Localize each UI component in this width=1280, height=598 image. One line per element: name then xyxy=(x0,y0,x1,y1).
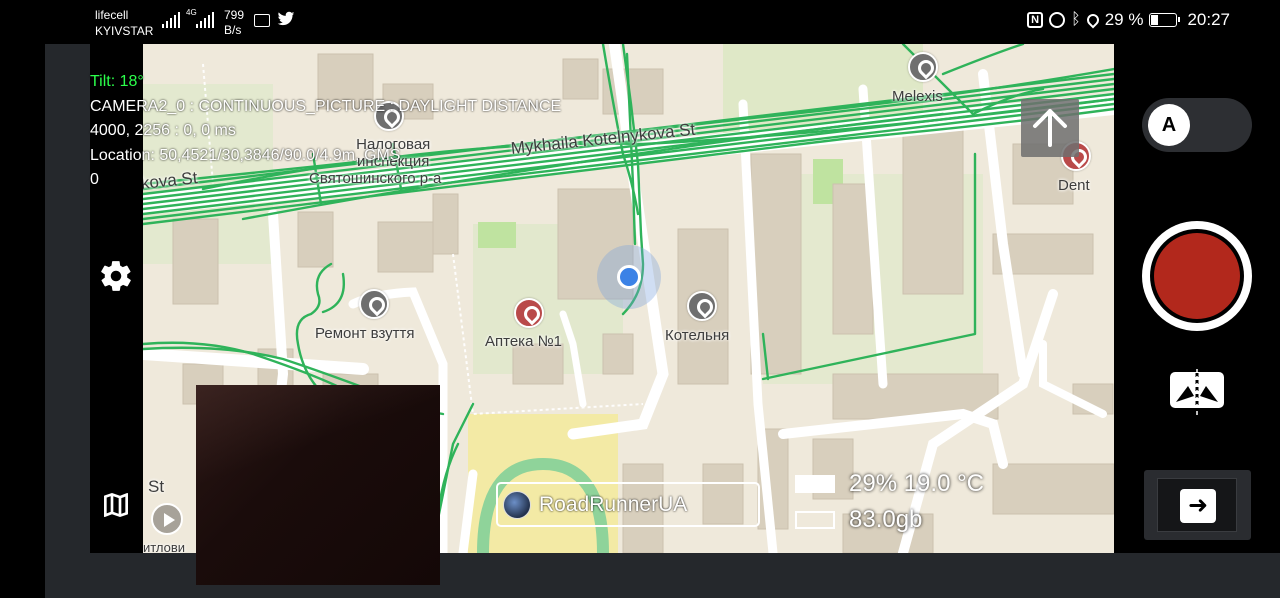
street-label-bottom-left: St xyxy=(148,477,165,496)
arrow-up-icon xyxy=(1033,109,1067,147)
location-readout: Location: 50,4521/30,3846/90.0/4.9m, GMS xyxy=(90,146,401,164)
storage-icon xyxy=(795,511,835,529)
north-up-button[interactable] xyxy=(1021,99,1079,157)
twitter-icon xyxy=(277,11,295,32)
status-right: N ᛒ 29 % 20:27 xyxy=(1027,10,1230,30)
left-nav-strip xyxy=(45,44,90,598)
poi-pin-pharmacy-icon[interactable] xyxy=(514,298,544,328)
auto-mode-knob: A xyxy=(1148,104,1190,146)
street-label-bottom-left-2: итлови xyxy=(143,540,186,553)
user-name: RoadRunnerUA xyxy=(539,492,688,516)
tilt-readout: Tilt: 18° xyxy=(90,73,144,90)
storage-text: 83.0gb xyxy=(849,506,923,533)
battery-icon xyxy=(1149,13,1181,27)
nfc-icon: N xyxy=(1027,12,1044,28)
app-root: lifecell KYIVSTAR 4G 799 B/s N ᛒ 29 % 20… xyxy=(0,0,1280,598)
battery-temp-text: 29% 19.0 °C xyxy=(849,470,985,497)
current-location-icon xyxy=(617,265,641,289)
battery-temp-row: 29% 19.0 °C xyxy=(795,466,984,502)
camera-preview[interactable] xyxy=(196,385,440,585)
mirror-icon xyxy=(1170,366,1224,418)
map-icon[interactable] xyxy=(100,488,132,522)
poi-label-melexis: Melexis xyxy=(892,88,943,105)
auto-mode-toggle[interactable]: A xyxy=(1142,98,1252,152)
record-button-ring xyxy=(1150,229,1244,323)
status-bar: lifecell KYIVSTAR 4G 799 B/s N ᛒ 29 % 20… xyxy=(0,0,1280,44)
flip-camera-button[interactable] xyxy=(1168,366,1226,418)
location-icon xyxy=(1084,11,1102,29)
poi-label-boiler: Котельня xyxy=(665,327,730,344)
news-icon xyxy=(254,14,270,27)
net-speed: 799 B/s xyxy=(224,8,244,38)
battery-percent: 29 % xyxy=(1104,10,1144,29)
battery-stat-icon xyxy=(795,475,835,493)
camera-info-overlay: Tilt: 18° CAMERA2_0 : CONTINUOUS_PICTURE… xyxy=(90,70,561,193)
storage-row: 83.0gb xyxy=(795,502,984,538)
carrier-2: KYIVSTAR xyxy=(95,24,154,38)
settings-gear-icon[interactable] xyxy=(98,258,134,294)
switch-view-button[interactable]: ➜ xyxy=(1144,470,1251,540)
switch-view-frame: ➜ xyxy=(1157,478,1237,532)
net-speed-unit: B/s xyxy=(224,23,242,37)
record-icon xyxy=(1154,233,1240,319)
poi-pin-shoe-repair-icon[interactable] xyxy=(359,289,389,319)
record-button[interactable] xyxy=(1142,221,1252,331)
resolution-readout: 4000, 2256 : 0, 0 ms xyxy=(90,122,236,139)
play-icon[interactable] xyxy=(151,503,183,535)
alarm-icon xyxy=(1049,12,1066,28)
clock: 20:27 xyxy=(1187,10,1230,29)
net-speed-value: 799 xyxy=(224,8,245,22)
bluetooth-icon: ᛒ xyxy=(1071,11,1081,28)
frame-counter: 0 xyxy=(90,171,99,188)
poi-pin-boiler-icon[interactable] xyxy=(687,291,717,321)
carrier-1: lifecell xyxy=(95,8,129,22)
user-badge[interactable]: RoadRunnerUA xyxy=(496,482,760,527)
poi-label-dent: Dent xyxy=(1058,177,1090,194)
poi-label-pharmacy: Аптека №1 xyxy=(485,333,563,350)
poi-label-shoe-repair: Ремонт взуття xyxy=(315,325,415,342)
camera-mode-readout: CAMERA2_0 : CONTINUOUS_PICTURE : DAYLIGH… xyxy=(90,97,562,115)
signal-4g-icon xyxy=(196,12,214,28)
user-avatar xyxy=(503,490,531,519)
arrow-right-icon: ➜ xyxy=(1180,489,1216,523)
poi-pin-melexis-icon[interactable] xyxy=(908,52,938,82)
signal-icon xyxy=(162,12,180,28)
device-stats: 29% 19.0 °C 83.0gb xyxy=(795,466,984,538)
carrier-names: lifecell KYIVSTAR xyxy=(95,7,153,39)
